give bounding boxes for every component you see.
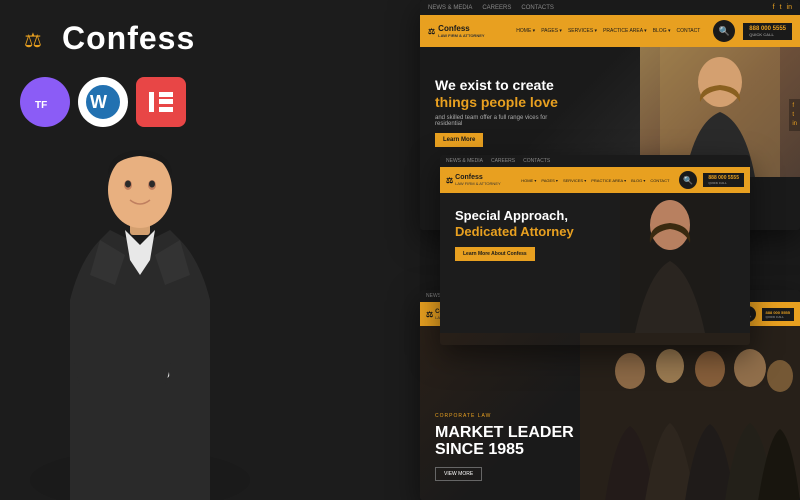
s3-phone: 888 000 5555 QUICK CALL <box>762 308 794 321</box>
s2-nav-links: HOME ▾ PAGES ▾ SERVICES ▾ PRACTICE AREA … <box>521 178 669 183</box>
logo-text: Confess <box>62 20 195 57</box>
person-image <box>20 100 260 500</box>
s2-search: 🔍 <box>679 171 697 189</box>
left-panel: ⚖ Confess TF W <box>0 0 420 500</box>
s3-view-more[interactable]: VIEW MORE <box>435 467 482 481</box>
s2-phone: 888 000 5555 QUICK CALL <box>703 173 744 187</box>
s1-topbar-careers: CAREERS <box>482 5 511 11</box>
s1-phone: 888 000 5555 QUICK CALL <box>743 23 792 40</box>
s1-topbar-news: NEWS & MEDIA <box>428 5 472 11</box>
s2-hero: Special Approach, Dedicated Attorney Lea… <box>440 193 750 333</box>
logo-icon: ⚖ <box>20 23 52 55</box>
preview-screen-2: NEWS & MEDIA CAREERS CONTACTS ⚖ Confess … <box>440 155 750 345</box>
s2-topbar: NEWS & MEDIA CAREERS CONTACTS <box>440 155 750 167</box>
s1-hero-text: We exist to create things people love an… <box>420 62 580 163</box>
s2-hero-person <box>620 193 720 333</box>
s3-hero-overlay <box>580 326 800 500</box>
s2-logo: ⚖ Confess LAW FIRM & ATTORNEY <box>446 174 501 186</box>
s1-topbar: NEWS & MEDIA CAREERS CONTACTS f t in <box>420 0 800 15</box>
s3-hero-text: CORPORATE LAW MARKET LEADER SINCE 1985 V… <box>435 413 574 481</box>
s1-search: 🔍 <box>713 20 735 42</box>
s3-hero: CORPORATE LAW MARKET LEADER SINCE 1985 V… <box>420 326 800 500</box>
right-panel: NEWS & MEDIA CAREERS CONTACTS f t in ⚖ C… <box>380 0 800 500</box>
s1-topbar-contacts: CONTACTS <box>521 5 554 11</box>
s1-social-bar: f t in <box>789 99 800 131</box>
s3-hero-title: MARKET LEADER SINCE 1985 <box>435 424 574 459</box>
s1-hero-btn[interactable]: Learn More <box>435 133 483 147</box>
s1-nav: ⚖ Confess LAW FIRM & ATTORNEY HOME ▾ PAG… <box>420 15 800 47</box>
s2-nav: ⚖ Confess LAW FIRM & ATTORNEY HOME ▾ PAG… <box>440 167 750 193</box>
s1-hero-desc: and skilled team offer a full range vice… <box>435 115 565 127</box>
s1-logo: ⚖ Confess LAW FIRM & ATTORNEY <box>428 24 485 38</box>
svg-text:⚖: ⚖ <box>24 30 42 52</box>
header: ⚖ Confess <box>0 0 420 72</box>
s3-tag: CORPORATE LAW <box>435 413 574 419</box>
s2-hero-btn[interactable]: Learn More About Confess <box>455 247 535 261</box>
s1-hero-title: We exist to create things people love <box>435 77 565 111</box>
s2-hero-text: Special Approach, Dedicated Attorney Lea… <box>455 208 574 261</box>
s1-social: f t in <box>773 4 792 11</box>
s2-hero-title: Special Approach, Dedicated Attorney <box>455 208 574 239</box>
s1-nav-links: HOME ▾ PAGES ▾ SERVICES ▾ PRACTICE AREA … <box>516 28 700 34</box>
